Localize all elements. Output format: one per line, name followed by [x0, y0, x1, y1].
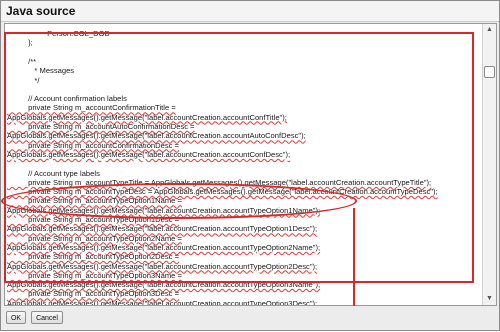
scroll-thumb[interactable] [484, 66, 495, 78]
code-line: AppGlobals.getMessages().getMessage("lab… [7, 149, 291, 159]
dialog-title: Java source [6, 4, 76, 18]
vertical-scrollbar[interactable]: ▲ ▼ [482, 24, 496, 305]
code-line: AppGlobals.getMessages().getMessage("lab… [7, 298, 318, 306]
cancel-button[interactable]: Cancel [31, 311, 63, 324]
java-source-dialog: Java source Person.COL_DOB }; /** * Mess… [0, 0, 500, 331]
scroll-up-arrow-icon[interactable]: ▲ [483, 24, 496, 36]
code-editor[interactable]: Person.COL_DOB }; /** * Messages */ // A… [4, 23, 497, 306]
ok-button[interactable]: OK [6, 311, 26, 324]
code-line: */ [7, 75, 40, 85]
scroll-down-arrow-icon[interactable]: ▼ [483, 293, 496, 305]
dialog-footer: OK Cancel [1, 306, 499, 330]
code-text-area[interactable]: Person.COL_DOB }; /** * Messages */ // A… [5, 24, 482, 305]
dialog-titlebar: Java source [1, 1, 499, 22]
code-line: }; [7, 38, 33, 48]
